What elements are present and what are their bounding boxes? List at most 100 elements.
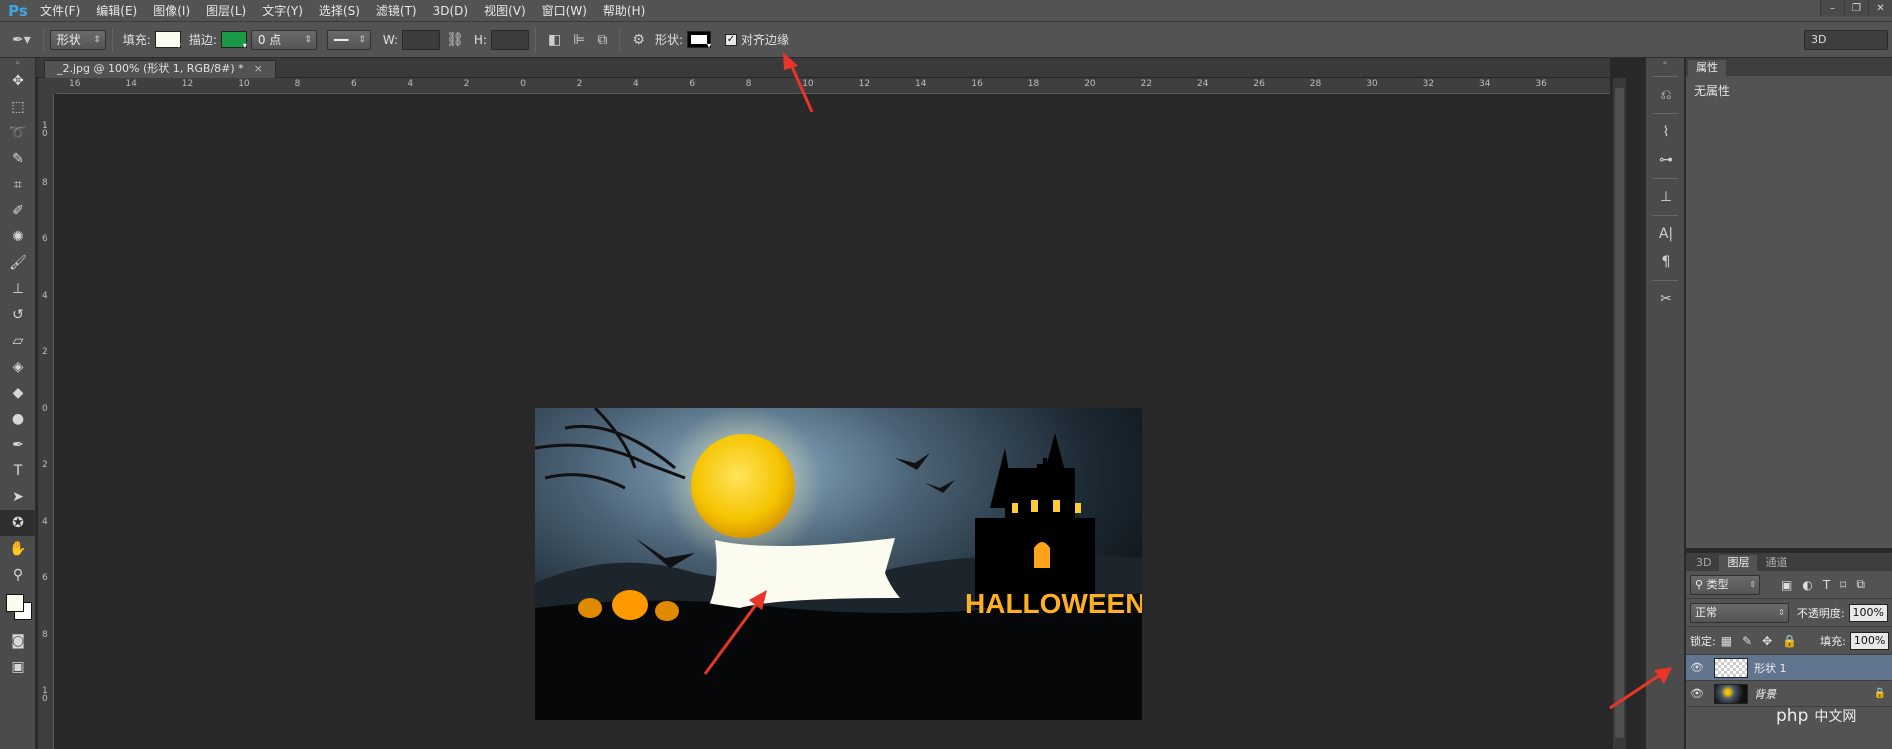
quick-mask-icon[interactable]: ◙	[0, 628, 36, 654]
filter-adjustment-icon[interactable]: ◐	[1802, 578, 1812, 592]
ruler-origin[interactable]	[38, 78, 57, 94]
toolbox-collapse-icon[interactable]: »	[0, 58, 35, 68]
link-icon[interactable]: ⛓	[446, 32, 464, 48]
tab-layers[interactable]: 图层	[1719, 555, 1758, 571]
paragraph-panel-icon[interactable]: ¶	[1646, 248, 1686, 276]
lock-position-icon[interactable]: ✥	[1762, 634, 1772, 648]
eye-icon[interactable]: 👁	[1686, 661, 1708, 674]
tab-channels[interactable]: 通道	[1757, 555, 1795, 571]
fill-input[interactable]: 100%	[1849, 631, 1890, 650]
fill-color-swatch[interactable]	[154, 31, 181, 50]
horizontal-ruler[interactable]: 16 14 12 10 8 6 4 2 0 2 4 6 8 10 12 14 16 18 20 22 24 26 28 30 3…	[57, 78, 1610, 94]
history-panel-icon[interactable]: ⎌	[1646, 81, 1686, 109]
history-brush-tool-icon[interactable]: ↺	[0, 302, 36, 328]
screen-mode-icon[interactable]: ▣	[0, 654, 36, 680]
menu-file[interactable]: 文件(F)	[32, 0, 88, 22]
custom-shape-tool-icon[interactable]: ✒▾	[12, 32, 31, 48]
quick-select-tool-icon[interactable]: ✎	[0, 146, 36, 172]
scrollbar-thumb[interactable]	[1615, 88, 1624, 738]
lock-pixels-icon[interactable]: ✎	[1742, 634, 1752, 648]
gear-icon[interactable]: ⚙	[632, 32, 645, 48]
eyedropper-tool-icon[interactable]: ✐	[0, 198, 36, 224]
eraser-tool-icon[interactable]: ▱	[0, 328, 36, 354]
vertical-ruler[interactable]: 1 0 8 6 4 2 0 2 4 6 8 1 0	[38, 94, 54, 749]
marquee-tool-icon[interactable]: ⬚	[0, 94, 36, 120]
brush-tool-icon[interactable]: 🖌	[0, 250, 36, 276]
watermark-logo: php	[1776, 706, 1809, 726]
close-button[interactable]: ✕	[1868, 0, 1892, 16]
filter-smart-object-icon[interactable]: ⧉	[1856, 577, 1865, 592]
layer-row-shape-1[interactable]: 👁 形状 1	[1686, 655, 1892, 681]
stamp-tool-icon[interactable]: ⊥	[0, 276, 36, 302]
menu-image[interactable]: 图像(I)	[145, 0, 198, 22]
layer-filter-select[interactable]: ⚲ 类型	[1690, 574, 1760, 595]
properties-panel-tabs: 属性	[1686, 58, 1892, 76]
type-tool-icon[interactable]: T	[0, 458, 36, 484]
hand-tool-icon[interactable]: ✋	[0, 536, 36, 562]
menu-window[interactable]: 窗口(W)	[534, 0, 595, 22]
document-image[interactable]: HALLOWEEN	[535, 408, 1142, 720]
ruler-tick-label: 14	[125, 79, 137, 89]
menu-select[interactable]: 选择(S)	[311, 0, 368, 22]
restore-button[interactable]: ❐	[1844, 0, 1868, 16]
zoom-tool-icon[interactable]: ⚲	[0, 562, 36, 588]
foreground-color[interactable]	[6, 594, 24, 612]
blend-mode-select[interactable]: 正常	[1690, 602, 1789, 623]
pen-tool-icon[interactable]: ✒	[0, 432, 36, 458]
minimize-button[interactable]: –	[1820, 0, 1844, 16]
path-alignment-icon[interactable]: ⊫	[573, 32, 585, 48]
menu-help[interactable]: 帮助(H)	[595, 0, 653, 22]
lock-all-icon[interactable]: 🔒	[1782, 634, 1797, 648]
dodge-tool-icon[interactable]: ●	[0, 406, 36, 432]
path-select-tool-icon[interactable]: ➤	[0, 484, 36, 510]
document-tab[interactable]: _2.jpg @ 100% (形状 1, RGB/8#) * ×	[44, 60, 276, 78]
ruler-tick-label: 6	[689, 79, 696, 89]
layer-row-background[interactable]: 👁 背景 🔒	[1686, 681, 1892, 707]
layer-name: 背景	[1754, 687, 1776, 701]
adjustments-panel-icon[interactable]: ⊶	[1646, 146, 1686, 174]
healing-tool-icon[interactable]: ✺	[0, 224, 36, 250]
menu-layer[interactable]: 图层(L)	[198, 0, 254, 22]
stroke-type-select[interactable]: ━━	[326, 29, 371, 50]
filter-pixel-icon[interactable]: ▣	[1781, 578, 1792, 592]
clone-source-panel-icon[interactable]: ⊥	[1646, 183, 1686, 211]
lock-transparency-icon[interactable]: ▦	[1721, 634, 1732, 648]
align-edges-checkbox[interactable]: ✓	[724, 33, 737, 46]
custom-shape-tool-icon[interactable]: ✪	[0, 510, 36, 536]
lasso-tool-icon[interactable]: ➰	[0, 120, 36, 146]
blur-tool-icon[interactable]: ◆	[0, 380, 36, 406]
move-tool-icon[interactable]: ✥	[0, 68, 36, 94]
stroke-width-input[interactable]: 0 点	[250, 29, 317, 50]
ruler-tick-label: 34	[1479, 79, 1491, 89]
eye-icon[interactable]: 👁	[1686, 687, 1708, 700]
vertical-scrollbar[interactable]	[1612, 78, 1626, 749]
close-tab-icon[interactable]: ×	[254, 62, 263, 75]
character-panel-icon[interactable]: A|	[1646, 220, 1686, 248]
brush-panel-icon[interactable]: ⌇	[1646, 118, 1686, 146]
filter-type-icon[interactable]: T	[1823, 578, 1830, 592]
width-input[interactable]	[402, 29, 441, 50]
menu-3d[interactable]: 3D(D)	[425, 0, 476, 22]
stroke-color-swatch[interactable]	[220, 31, 247, 50]
tool-mode-select[interactable]: 形状	[49, 29, 106, 50]
panel-collapse-icon[interactable]: «	[1646, 58, 1684, 72]
path-operations-icon[interactable]: ◧	[548, 32, 561, 48]
filter-shape-icon[interactable]: ⌑	[1840, 578, 1846, 592]
tool-presets-panel-icon[interactable]: ✂	[1646, 285, 1686, 313]
menu-type[interactable]: 文字(Y)	[254, 0, 311, 22]
opacity-input[interactable]: 100%	[1848, 603, 1888, 622]
menu-filter[interactable]: 滤镜(T)	[368, 0, 425, 22]
tab-3d[interactable]: 3D	[1688, 555, 1719, 571]
banner-shape[interactable]	[709, 538, 900, 608]
shape-picker[interactable]	[686, 31, 711, 50]
menu-edit[interactable]: 编辑(E)	[88, 0, 145, 22]
path-arrangement-icon[interactable]: ⧉	[597, 32, 607, 48]
height-input[interactable]	[490, 29, 529, 50]
color-swatches[interactable]	[0, 588, 36, 628]
tab-properties[interactable]: 属性	[1688, 60, 1726, 76]
menu-view[interactable]: 视图(V)	[476, 0, 534, 22]
paint-bucket-tool-icon[interactable]: ◈	[0, 354, 36, 380]
workspace-select[interactable]: 3D	[1804, 30, 1888, 50]
crop-tool-icon[interactable]: ⌗	[0, 172, 36, 198]
ruler-tick-label: 16	[971, 79, 983, 89]
